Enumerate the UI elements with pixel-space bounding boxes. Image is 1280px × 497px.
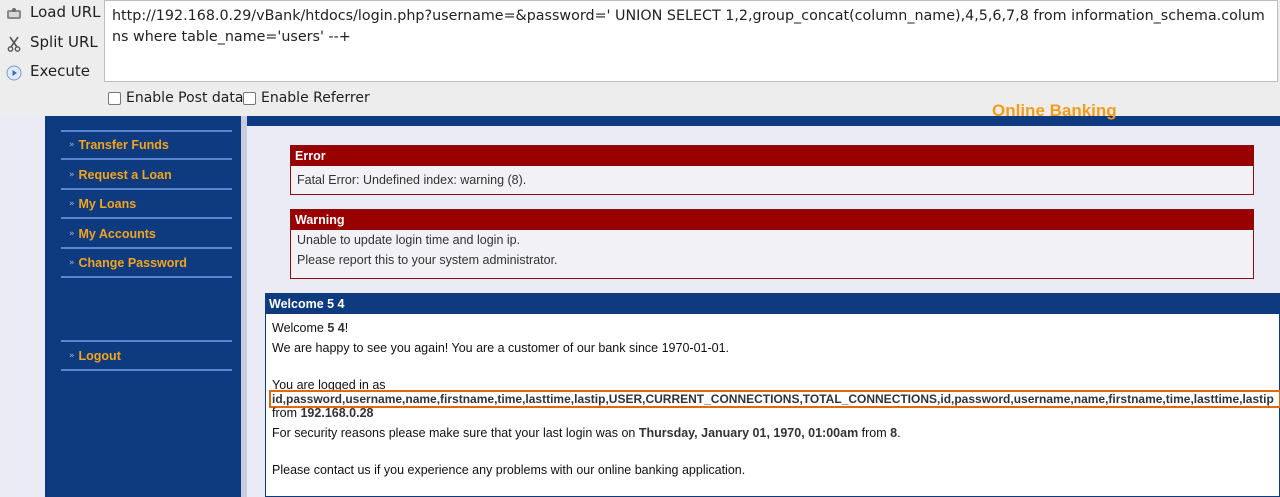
from-ip: 192.168.0.28 <box>300 406 374 420</box>
error-title: Error <box>291 146 1253 166</box>
double-chevron-right-icon: » <box>69 140 75 150</box>
customer-since-text: We are happy to see you again! You are a… <box>272 341 730 355</box>
greeting-name: 5 4 <box>327 321 345 335</box>
security-middle: from <box>858 426 891 440</box>
greeting-prefix: Welcome <box>272 321 328 335</box>
security-suffix: . <box>897 426 901 440</box>
enable-post-data-label: Enable Post data <box>126 90 244 106</box>
enable-referrer-checkbox[interactable]: Enable Referrer <box>243 90 370 106</box>
sidebar-item-my-accounts[interactable]: » My Accounts <box>61 221 232 249</box>
warning-title: Warning <box>291 210 1253 230</box>
sidebar-item-my-loans[interactable]: » My Loans <box>61 191 232 219</box>
double-chevron-right-icon: » <box>69 229 75 239</box>
double-chevron-right-icon: » <box>69 199 75 209</box>
url-textarea[interactable]: http://192.168.0.29/vBank/htdocs/login.p… <box>104 0 1278 82</box>
execute-button[interactable]: Execute <box>0 59 104 87</box>
warning-message-box: Warning Unable to update login time and … <box>290 209 1254 279</box>
error-message: Fatal Error: Undefined index: warning (8… <box>297 173 527 187</box>
sidebar-item-transfer-funds[interactable]: » Transfer Funds <box>61 132 232 160</box>
split-url-label: Split URL <box>30 33 98 51</box>
login-from-text: from 192.168.0.28 <box>272 406 373 420</box>
double-chevron-right-icon: » <box>69 258 75 268</box>
security-notice: For security reasons please make sure th… <box>272 426 901 440</box>
enable-post-data-checkbox[interactable]: Enable Post data <box>108 90 243 106</box>
execute-label: Execute <box>30 62 90 80</box>
play-icon <box>6 65 22 81</box>
header-band <box>247 116 1280 126</box>
contact-text: Please contact us if you experience any … <box>272 463 746 477</box>
double-chevron-right-icon: » <box>69 350 75 361</box>
error-message-box: Error Fatal Error: Undefined index: warn… <box>290 145 1254 195</box>
leaked-columns-text: id,password,username,name,firstname,time… <box>272 392 1274 406</box>
security-prefix: For security reasons please make sure th… <box>272 426 639 440</box>
sidebar-item-label: Transfer Funds <box>78 138 169 152</box>
page-left-margin <box>0 116 45 497</box>
scissors-icon <box>7 36 21 52</box>
welcome-greeting: Welcome 5 4! <box>272 321 348 335</box>
load-url-label: Load URL <box>30 3 101 21</box>
from-prefix: from <box>272 406 301 420</box>
leaked-columns-value: id,password,username,name,firstname,time… <box>272 392 1274 406</box>
hackbar-toolbar: Load URL Split URL Execute http://192.16… <box>0 0 1280 117</box>
sidebar-item-label: Request a Loan <box>78 168 172 182</box>
checkbox-box[interactable] <box>108 91 121 105</box>
sidebar-item-label: My Loans <box>78 197 137 211</box>
welcome-panel: Welcome 5 4 Welcome 5 4! We are happy to… <box>265 293 1280 497</box>
welcome-title: Welcome 5 4 <box>266 294 1279 314</box>
sidebar-item-change-password[interactable]: » Change Password <box>61 250 232 278</box>
greeting-suffix: ! <box>344 321 349 335</box>
warning-line: Please report this to your system admini… <box>297 253 558 267</box>
enable-referrer-label: Enable Referrer <box>261 90 370 106</box>
checkbox-box[interactable] <box>243 91 256 105</box>
banner-title: Online Banking <box>992 101 1117 120</box>
sidebar-item-request-loan[interactable]: » Request a Loan <box>61 162 232 190</box>
sidebar-item-label: Change Password <box>78 256 187 270</box>
warning-line: Unable to update login time and login ip… <box>297 233 521 247</box>
load-url-icon <box>7 8 21 19</box>
last-login-date: Thursday, January 01, 1970, 01:00am <box>638 426 859 440</box>
load-url-button[interactable]: Load URL <box>0 0 104 28</box>
sidebar-item-label: Logout <box>78 348 121 363</box>
sidebar-item-logout[interactable]: » Logout <box>61 340 232 371</box>
sidebar-item-label: My Accounts <box>78 227 156 241</box>
split-url-button[interactable]: Split URL <box>0 30 104 58</box>
double-chevron-right-icon: » <box>69 170 75 180</box>
